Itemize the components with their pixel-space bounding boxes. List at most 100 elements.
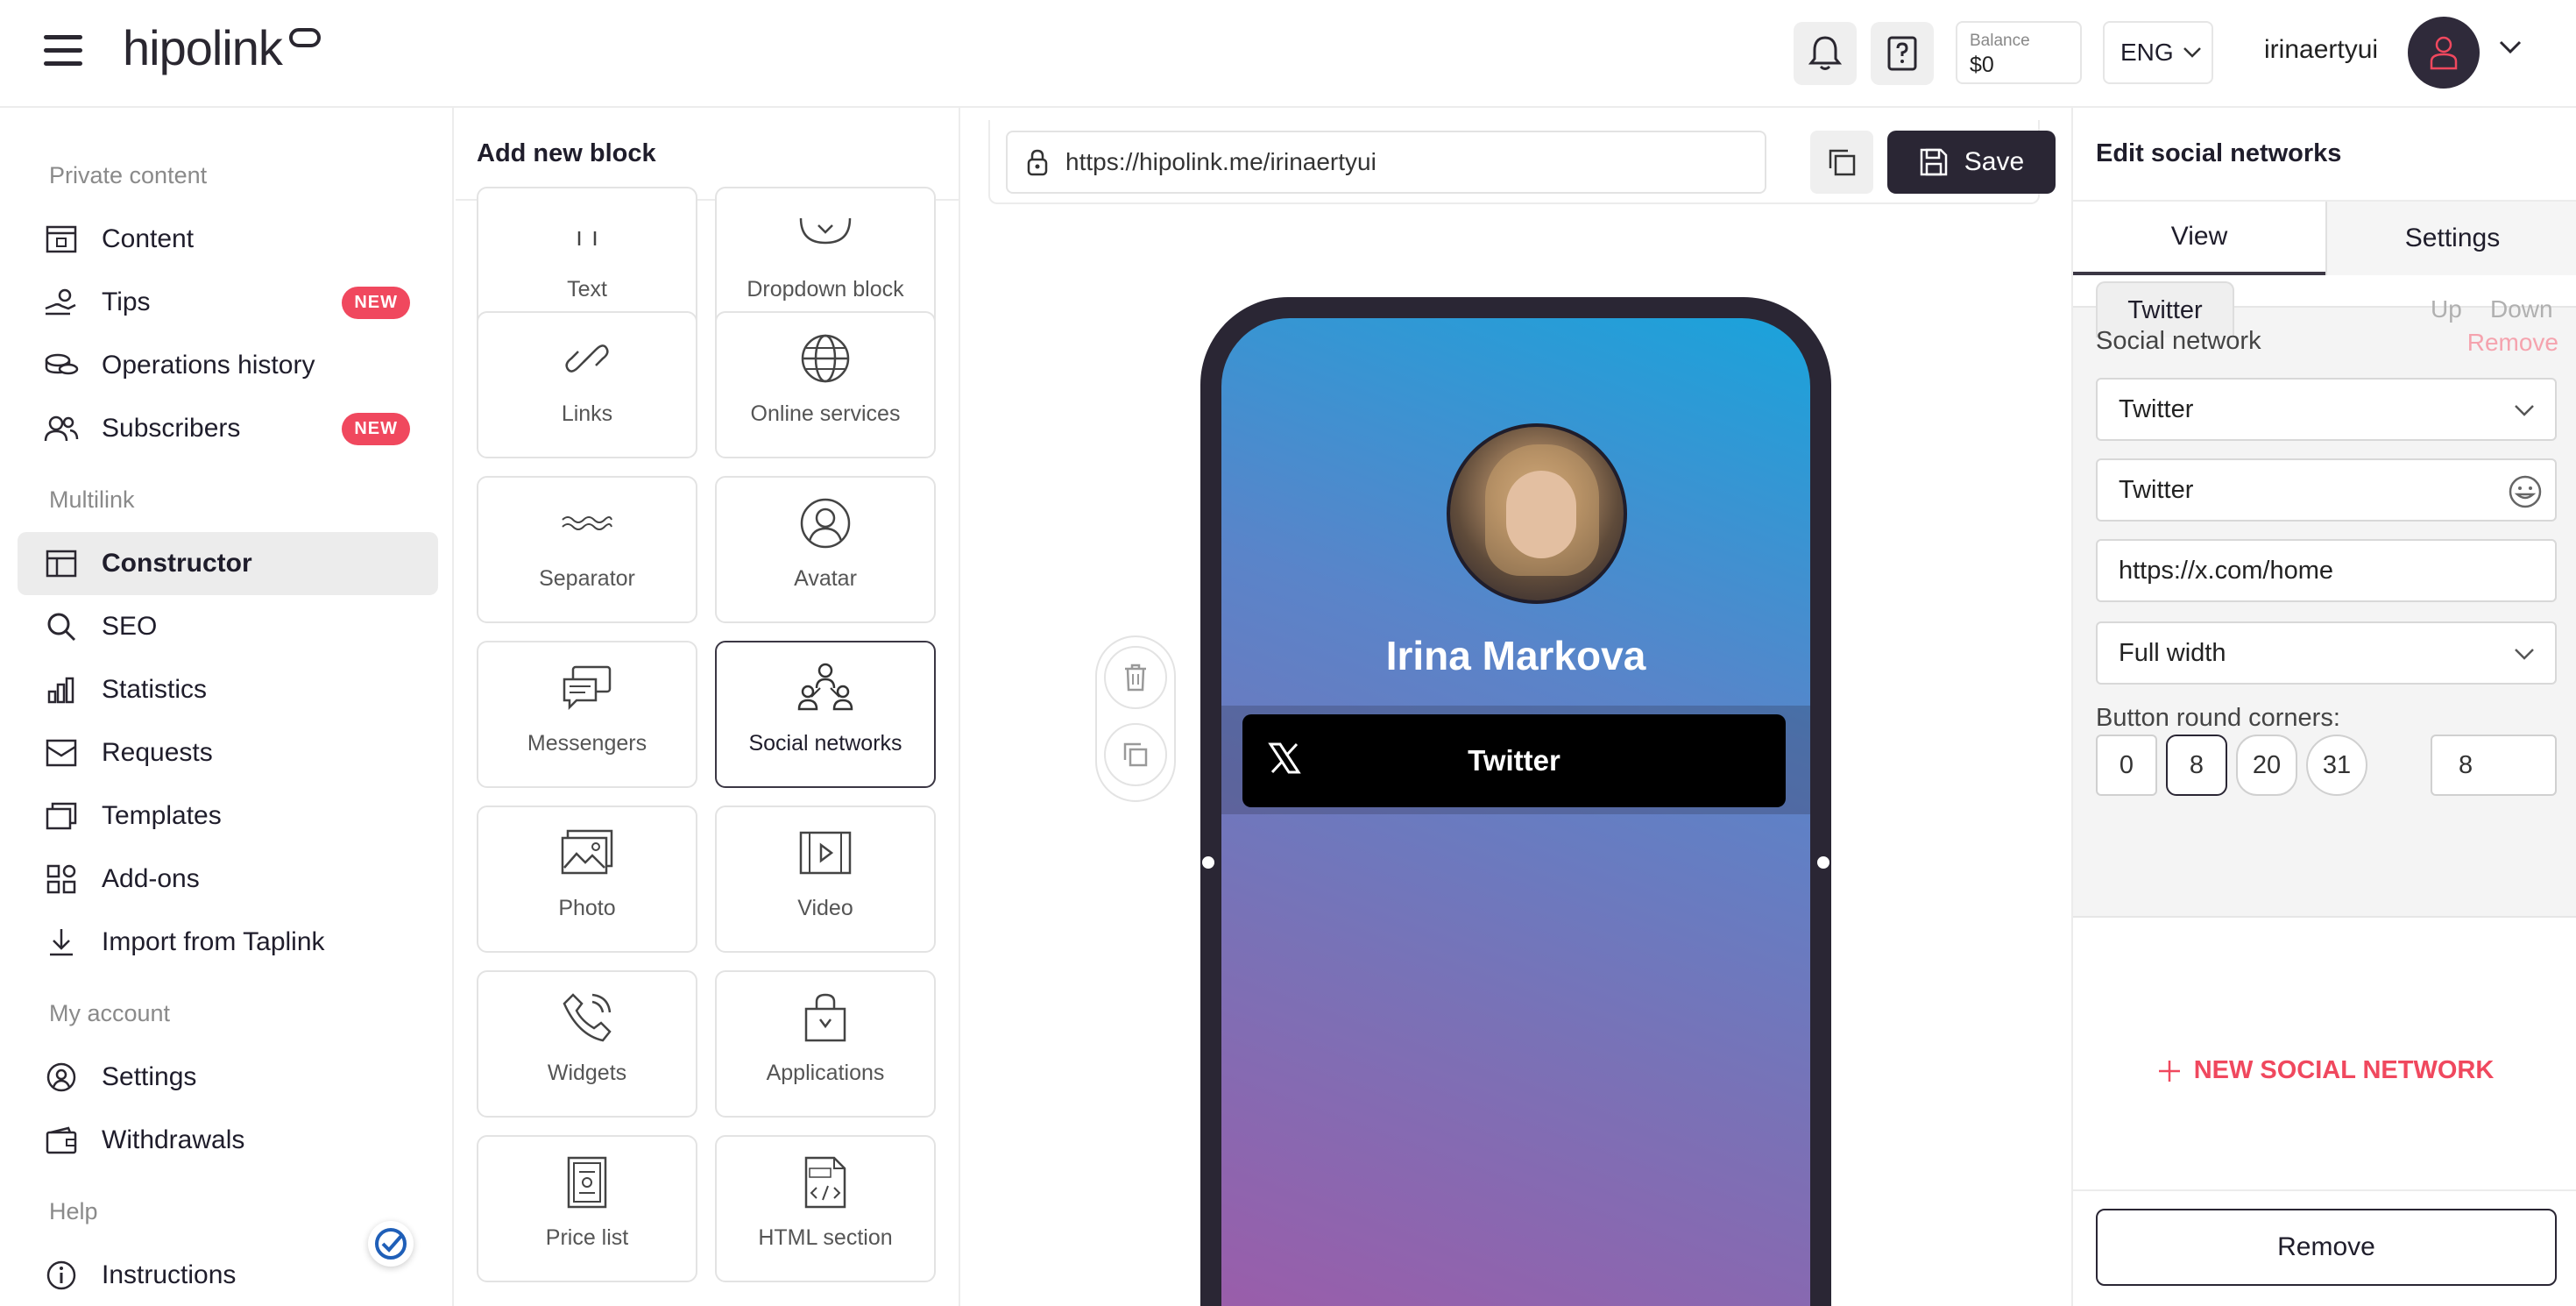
language-select[interactable]: ENG bbox=[2103, 21, 2213, 84]
page-url-field[interactable]: https://hipolink.me/irinaertyui bbox=[1006, 131, 1766, 194]
tile-label: Social networks bbox=[748, 731, 902, 756]
tab-settings[interactable]: Settings bbox=[2325, 202, 2576, 275]
chevron-down-icon bbox=[2183, 47, 2201, 58]
photo-icon bbox=[556, 822, 618, 884]
profile-photo[interactable] bbox=[1447, 423, 1627, 604]
resize-handle-right[interactable] bbox=[1815, 855, 1831, 870]
users-icon bbox=[44, 411, 79, 446]
notifications-button[interactable] bbox=[1794, 22, 1857, 85]
verified-check-icon[interactable] bbox=[368, 1221, 414, 1267]
preview-area: https://hipolink.me/irinaertyui Save Iri… bbox=[962, 108, 2071, 1306]
save-button[interactable]: Save bbox=[1887, 131, 2056, 194]
page-url-text: https://hipolink.me/irinaertyui bbox=[1065, 148, 1376, 175]
bell-icon bbox=[1808, 36, 1843, 70]
content-icon bbox=[44, 222, 79, 257]
new-social-network-button[interactable]: NEW SOCIAL NETWORK bbox=[2073, 1056, 2576, 1085]
help-button[interactable] bbox=[1871, 22, 1934, 85]
corner-option-8[interactable]: 8 bbox=[2166, 735, 2227, 796]
floppy-disk-icon bbox=[1920, 148, 1948, 176]
block-tile-applications[interactable]: Applications bbox=[715, 970, 936, 1118]
new-social-network-label: NEW SOCIAL NETWORK bbox=[2193, 1056, 2495, 1084]
corner-option-20[interactable]: 20 bbox=[2236, 735, 2297, 796]
profile-name[interactable]: Irina Markova bbox=[1221, 632, 1810, 679]
logo[interactable]: hipolink bbox=[123, 19, 283, 76]
social-network-card: Twitter Up Down Social network Remove Tw… bbox=[2073, 281, 2576, 918]
sidebar-item-withdrawals[interactable]: Withdrawals bbox=[18, 1109, 438, 1172]
remove-block-button[interactable]: Remove bbox=[2096, 1209, 2557, 1286]
duplicate-icon bbox=[1123, 742, 1148, 767]
wave-separator-icon bbox=[556, 493, 618, 554]
phone-ring-icon bbox=[556, 987, 618, 1048]
section-my-account: My account bbox=[49, 1000, 171, 1026]
block-tile-online-services[interactable]: Online services bbox=[715, 311, 936, 458]
corner-custom-input[interactable]: 8 bbox=[2431, 735, 2557, 796]
balance-value: $0 bbox=[1970, 53, 1994, 77]
sidebar-item-label: Requests bbox=[102, 738, 213, 767]
sidebar-item-operations-history[interactable]: Operations history bbox=[18, 334, 438, 397]
section-multilink: Multilink bbox=[49, 486, 135, 513]
copy-url-button[interactable] bbox=[1810, 131, 1873, 194]
menu-icon[interactable] bbox=[44, 35, 82, 67]
balance-widget[interactable]: Balance $0 bbox=[1956, 21, 2082, 84]
block-tile-messengers[interactable]: Messengers bbox=[477, 641, 697, 788]
addons-icon bbox=[44, 862, 79, 897]
block-tile-photo[interactable]: Photo bbox=[477, 806, 697, 953]
width-select[interactable]: Full width bbox=[2096, 621, 2557, 685]
inbox-icon bbox=[44, 735, 79, 770]
block-tile-social-networks[interactable]: Social networks bbox=[715, 641, 936, 788]
sidebar-item-label: SEO bbox=[102, 612, 158, 641]
resize-handle-left[interactable] bbox=[1200, 855, 1216, 870]
new-badge: NEW bbox=[342, 287, 410, 319]
delete-block-button[interactable] bbox=[1104, 646, 1167, 709]
user-menu-chevron-icon[interactable] bbox=[2499, 40, 2522, 54]
link-url-input[interactable]: https://x.com/home bbox=[2096, 539, 2557, 602]
block-tile-avatar[interactable]: Avatar bbox=[715, 476, 936, 623]
sidebar-item-seo[interactable]: SEO bbox=[18, 595, 438, 658]
user-icon bbox=[2430, 36, 2458, 70]
twitter-button-label: Twitter bbox=[1468, 744, 1560, 777]
shopping-bag-icon bbox=[795, 987, 856, 1048]
sidebar-item-settings[interactable]: Settings bbox=[18, 1046, 438, 1109]
sidebar-item-statistics[interactable]: Statistics bbox=[18, 658, 438, 721]
sidebar-item-import-taplink[interactable]: Import from Taplink bbox=[18, 911, 438, 974]
corner-option-31[interactable]: 31 bbox=[2306, 735, 2367, 796]
tab-view[interactable]: View bbox=[2073, 202, 2325, 275]
chevron-down-icon bbox=[2515, 405, 2534, 416]
username[interactable]: irinaertyui bbox=[2264, 35, 2378, 65]
sidebar-item-tips[interactable]: Tips NEW bbox=[18, 271, 438, 334]
tile-label: Messengers bbox=[527, 731, 648, 756]
chevron-down-icon bbox=[2515, 649, 2534, 660]
sidebar-item-requests[interactable]: Requests bbox=[18, 721, 438, 784]
button-text-input[interactable]: Twitter bbox=[2096, 458, 2557, 522]
emoji-icon bbox=[2509, 475, 2542, 508]
tile-label: Video bbox=[797, 896, 853, 920]
info-icon bbox=[44, 1258, 79, 1293]
block-tile-price-list[interactable]: Price list bbox=[477, 1135, 697, 1282]
move-up-button[interactable]: Up bbox=[2431, 295, 2462, 323]
block-tile-html-section[interactable]: HTML section bbox=[715, 1135, 936, 1282]
block-tile-links[interactable]: Links bbox=[477, 311, 697, 458]
balance-label: Balance bbox=[1970, 32, 2030, 50]
user-avatar[interactable] bbox=[2408, 17, 2480, 89]
remove-network-link[interactable]: Remove bbox=[2467, 329, 2558, 357]
corner-option-0[interactable]: 0 bbox=[2096, 735, 2157, 796]
twitter-link-button[interactable]: Twitter bbox=[1242, 714, 1786, 807]
sidebar-item-content[interactable]: Content bbox=[18, 208, 438, 271]
sidebar-item-label: Operations history bbox=[102, 351, 315, 380]
sidebar-item-add-ons[interactable]: Add-ons bbox=[18, 848, 438, 911]
sidebar-item-constructor[interactable]: Constructor bbox=[18, 532, 438, 595]
network-select[interactable]: Twitter bbox=[2096, 378, 2557, 441]
link-icon bbox=[556, 328, 618, 389]
block-tile-widgets[interactable]: Widgets bbox=[477, 970, 697, 1118]
duplicate-block-button[interactable] bbox=[1104, 723, 1167, 786]
block-tile-video[interactable]: Video bbox=[715, 806, 936, 953]
sidebar-item-subscribers[interactable]: Subscribers NEW bbox=[18, 397, 438, 460]
sidebar-item-templates[interactable]: Templates bbox=[18, 784, 438, 848]
sidebar-item-label: Subscribers bbox=[102, 414, 241, 443]
selected-block-highlight[interactable]: Twitter bbox=[1221, 706, 1810, 814]
wallet-icon bbox=[44, 1123, 79, 1158]
move-down-button[interactable]: Down bbox=[2490, 295, 2553, 323]
coins-icon bbox=[44, 348, 79, 383]
save-label: Save bbox=[1964, 147, 2025, 176]
block-tile-separator[interactable]: Separator bbox=[477, 476, 697, 623]
